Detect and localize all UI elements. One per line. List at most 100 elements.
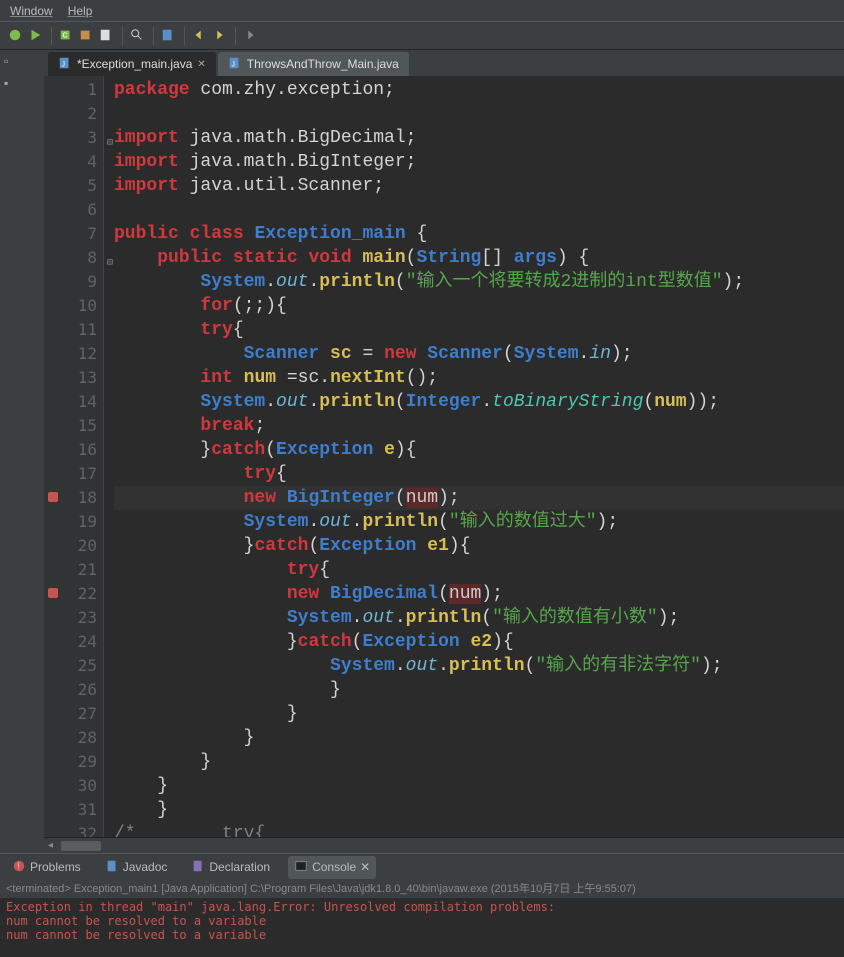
line-number: 6 [56,198,103,222]
line-number: 2 [56,102,103,126]
back-icon[interactable] [192,28,208,44]
minimize-icon[interactable]: ▫ [4,54,40,68]
code-line[interactable]: try{ [114,318,844,342]
code-body[interactable]: package com.zhy.exception; import java.ma… [104,76,844,837]
tab-label: *Exception_main.java [77,57,192,71]
code-line[interactable]: try{ [114,462,844,486]
code-line[interactable]: } [114,726,844,750]
tab-declaration[interactable]: Declaration [185,856,276,879]
line-number: 19 [56,510,103,534]
tab-console[interactable]: Console ✕ [288,856,376,879]
left-sidebar: ▫ ▪ [0,50,44,853]
line-number: 12 [56,342,103,366]
code-line[interactable]: new BigInteger(num); [114,486,844,510]
console-output[interactable]: Exception in thread "main" java.lang.Err… [0,898,844,957]
line-number: 3 [56,126,103,150]
tab-javadoc[interactable]: Javadoc [99,856,174,879]
line-number: 18 [56,486,103,510]
new-class-icon[interactable]: C [59,28,75,44]
debug-icon[interactable] [8,28,24,44]
console-icon [294,859,308,876]
code-line[interactable]: System.out.println(Integer.toBinaryStrin… [114,390,844,414]
code-line[interactable]: System.out.println("输入的有非法字符"); [114,654,844,678]
code-line[interactable]: }catch(Exception e2){ [114,630,844,654]
line-number: 21 [56,558,103,582]
line-number: 1 [56,78,103,102]
close-icon[interactable]: ✕ [197,59,205,70]
code-line[interactable]: public class Exception_main { [114,222,844,246]
line-number: 30 [56,774,103,798]
declaration-icon [191,859,205,876]
scrollbar-thumb[interactable] [61,841,101,851]
close-icon[interactable]: ✕ [360,860,370,874]
line-number: 29 [56,750,103,774]
tab-exception-main[interactable]: J *Exception_main.java ✕ [48,52,216,76]
code-line[interactable] [114,198,844,222]
toolbar: C [0,22,844,50]
menu-help[interactable]: Help [68,4,93,18]
run-icon[interactable] [28,28,44,44]
code-line[interactable]: } [114,798,844,822]
code-editor[interactable]: 1234567891011121314151617181920212223242… [44,76,844,837]
code-line[interactable]: System.out.println("输入的数值有小数"); [114,606,844,630]
code-line[interactable]: System.out.println("输入一个将要转成2进制的int型数值")… [114,270,844,294]
search-icon[interactable] [130,28,146,44]
line-number: 10 [56,294,103,318]
console-header: <terminated> Exception_main1 [Java Appli… [0,880,844,898]
code-line[interactable]: System.out.println("输入的数值过大"); [114,510,844,534]
line-number: 9 [56,270,103,294]
line-number: 22 [56,582,103,606]
open-type-icon[interactable] [99,28,115,44]
line-number: 20 [56,534,103,558]
code-line[interactable]: break; [114,414,844,438]
code-line[interactable]: new BigDecimal(num); [114,582,844,606]
restore-icon[interactable]: ▪ [4,76,40,90]
code-line[interactable]: public static void main(String[] args) { [114,246,844,270]
console-line: num cannot be resolved to a variable [6,928,838,942]
svg-text:!: ! [17,861,19,870]
new-package-icon[interactable] [79,28,95,44]
problems-icon: ! [12,859,26,876]
line-number: 11 [56,318,103,342]
line-number: 14 [56,390,103,414]
line-number: 7 [56,222,103,246]
editor-area: J *Exception_main.java ✕ J ThrowsAndThro… [44,50,844,853]
code-line[interactable] [114,102,844,126]
bottom-panel: ! Problems Javadoc Declaration Console ✕… [0,853,844,957]
line-number: 27 [56,702,103,726]
line-number: 23 [56,606,103,630]
line-number: 4 [56,150,103,174]
line-number: 31 [56,798,103,822]
code-line[interactable]: }catch(Exception e1){ [114,534,844,558]
scroll-left-icon[interactable]: ◂ [48,840,53,851]
line-number: 25 [56,654,103,678]
tabs-bar: J *Exception_main.java ✕ J ThrowsAndThro… [44,50,844,76]
console-line: num cannot be resolved to a variable [6,914,838,928]
tab-problems[interactable]: ! Problems [6,856,87,879]
toggle-mark-icon[interactable] [161,28,177,44]
tab-throws-main[interactable]: J ThrowsAndThrow_Main.java [218,52,409,76]
last-edit-icon[interactable] [243,28,259,44]
java-file-icon: J [228,56,242,73]
code-line[interactable]: } [114,678,844,702]
code-line[interactable]: try{ [114,558,844,582]
code-line[interactable]: } [114,750,844,774]
code-line[interactable]: Scanner sc = new Scanner(System.in); [114,342,844,366]
line-number: 15 [56,414,103,438]
menu-window[interactable]: Window [10,4,53,18]
code-line[interactable]: import java.math.BigDecimal; [114,126,844,150]
code-line[interactable]: /* try{ [114,822,844,837]
main-area: ▫ ▪ J *Exception_main.java ✕ J ThrowsAnd… [0,50,844,853]
tab-label: ThrowsAndThrow_Main.java [247,57,399,71]
code-line[interactable]: import java.util.Scanner; [114,174,844,198]
code-line[interactable]: }catch(Exception e){ [114,438,844,462]
horizontal-scrollbar[interactable]: ◂ [44,837,844,853]
code-line[interactable]: int num =sc.nextInt(); [114,366,844,390]
code-line[interactable]: for(;;){ [114,294,844,318]
line-number: 32 [56,822,103,837]
code-line[interactable]: package com.zhy.exception; [114,78,844,102]
code-line[interactable]: } [114,702,844,726]
forward-icon[interactable] [212,28,228,44]
code-line[interactable]: } [114,774,844,798]
code-line[interactable]: import java.math.BigInteger; [114,150,844,174]
